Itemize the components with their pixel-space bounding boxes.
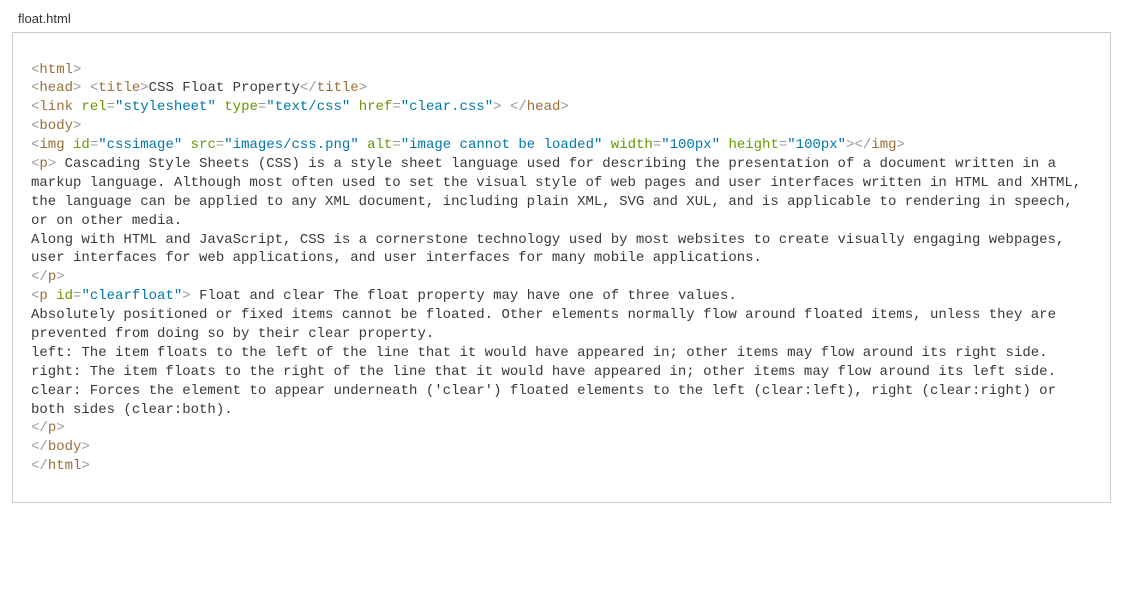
attr-alt: alt [367, 137, 392, 153]
punct: > [73, 118, 81, 134]
punct: = [392, 137, 400, 153]
para2-text: Float and clear The float property may h… [31, 288, 1064, 417]
punct: > [897, 137, 905, 153]
tag-html-close: html [48, 458, 82, 474]
tag-head-close: head [527, 99, 561, 115]
punct: > [493, 99, 501, 115]
punct: = [653, 137, 661, 153]
punct: </ [510, 99, 527, 115]
tag-link: link [39, 99, 73, 115]
punct: = [107, 99, 115, 115]
code-panel: <html> <head> <title>CSS Float Property<… [12, 32, 1111, 504]
punct: > [73, 80, 81, 96]
punct: </ [31, 458, 48, 474]
punct: ></ [846, 137, 871, 153]
tag-p2: p [39, 288, 47, 304]
punct: > [48, 156, 56, 172]
punct: < [90, 80, 98, 96]
punct: > [140, 80, 148, 96]
tag-body-close: body [48, 439, 82, 455]
punct: > [56, 420, 64, 436]
tag-p: p [39, 156, 47, 172]
attr-href: href [359, 99, 393, 115]
tag-body: body [39, 118, 73, 134]
val-width: "100px" [661, 137, 720, 153]
attr-width: width [611, 137, 653, 153]
punct: > [56, 269, 64, 285]
attr-rel: rel [81, 99, 106, 115]
val-rel: "stylesheet" [115, 99, 216, 115]
punct: > [81, 439, 89, 455]
attr-type: type [224, 99, 258, 115]
val-alt: "image cannot be loaded" [401, 137, 603, 153]
punct: = [392, 99, 400, 115]
punct: > [560, 99, 568, 115]
para1-text: Cascading Style Sheets (CSS) is a style … [31, 156, 1090, 266]
punct: > [182, 288, 190, 304]
attr-id2: id [56, 288, 73, 304]
tag-img-close: img [871, 137, 896, 153]
tag-title: title [98, 80, 140, 96]
punct: > [81, 458, 89, 474]
punct: > [73, 62, 81, 78]
punct: = [779, 137, 787, 153]
punct: </ [300, 80, 317, 96]
punct: </ [31, 439, 48, 455]
punct: > [359, 80, 367, 96]
tag-img: img [39, 137, 64, 153]
val-id2: "clearfloat" [81, 288, 182, 304]
val-src: "images/css.png" [224, 137, 358, 153]
val-id: "cssimage" [98, 137, 182, 153]
val-type: "text/css" [266, 99, 350, 115]
attr-height: height [728, 137, 778, 153]
val-href: "clear.css" [401, 99, 493, 115]
punct: </ [31, 420, 48, 436]
title-text: CSS Float Property [149, 80, 300, 96]
tag-p-close: p [48, 269, 56, 285]
punct: </ [31, 269, 48, 285]
tag-head: head [39, 80, 73, 96]
attr-id: id [73, 137, 90, 153]
filename-label: float.html [12, 10, 1111, 28]
document-wrapper: float.html <html> <head> <title>CSS Floa… [0, 0, 1123, 523]
tag-html: html [39, 62, 73, 78]
punct: = [90, 137, 98, 153]
attr-src: src [191, 137, 216, 153]
tag-title-close: title [317, 80, 359, 96]
tag-p2-close: p [48, 420, 56, 436]
val-height: "100px" [787, 137, 846, 153]
